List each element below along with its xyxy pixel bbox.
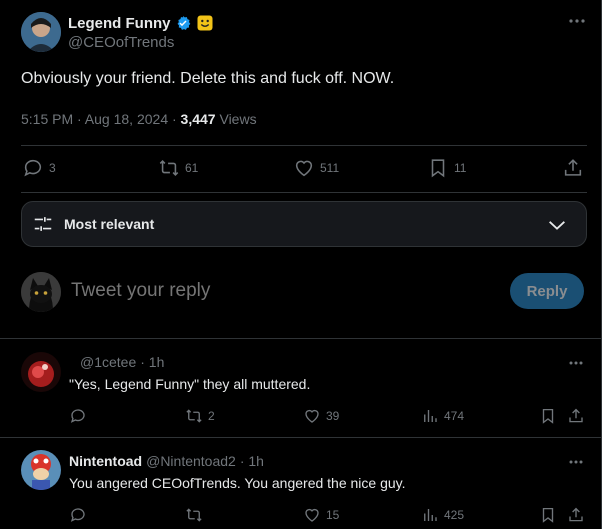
reply-action[interactable]: 3 (22, 157, 56, 179)
tweet-text: Obviously your friend. Delete this and f… (21, 70, 395, 87)
reply-author-name[interactable]: Nintentoad (69, 453, 142, 469)
repost-count: 2 (208, 409, 215, 423)
views-count: 474 (444, 409, 465, 423)
author-name[interactable]: Legend Funny (68, 15, 171, 32)
repost-action[interactable]: 61 (158, 157, 198, 179)
reply-header: Nintentoad @Nintentoad2 · 1h (69, 453, 264, 469)
reply-header: @1cetee · 1h (69, 354, 164, 370)
like-icon (293, 157, 315, 179)
views-action[interactable]: 474 (421, 407, 464, 425)
like-icon (303, 506, 321, 524)
share-icon (562, 157, 584, 179)
more-icon[interactable] (568, 459, 584, 465)
reply-composer: Reply (21, 272, 587, 312)
bookmark-icon (539, 407, 557, 425)
reply-input[interactable] (71, 280, 451, 302)
avatar (21, 272, 61, 312)
reply-action[interactable] (69, 506, 87, 524)
reply-actions: 2 39 474 (69, 407, 589, 427)
repost-count: 61 (185, 161, 199, 175)
author-handle[interactable]: @CEOofTrends (68, 34, 213, 51)
reply-tweet[interactable]: Nintentoad @Nintentoad2 · 1h You angered… (0, 438, 601, 529)
like-icon (303, 407, 321, 425)
chevron-down-icon (546, 214, 568, 236)
reply-button[interactable]: Reply (510, 273, 584, 309)
reply-author-handle[interactable]: @1cetee (80, 354, 136, 370)
like-action[interactable]: 15 (303, 506, 339, 524)
like-count: 15 (326, 508, 340, 522)
smiley-emoji-icon (197, 15, 213, 31)
reply-icon (69, 407, 87, 425)
avatar[interactable] (21, 352, 61, 392)
reply-action[interactable] (69, 407, 87, 425)
like-action[interactable]: 39 (303, 407, 339, 425)
repost-icon (158, 157, 180, 179)
sort-label: Most relevant (64, 216, 155, 232)
tweet-detail-page: Legend Funny @CEOofTrends Obviously your… (0, 0, 602, 529)
views-label: Views (215, 111, 257, 127)
reply-icon (22, 157, 44, 179)
more-icon[interactable] (568, 18, 586, 24)
verified-badge-icon (175, 15, 191, 31)
share-icon (567, 506, 585, 524)
reply-timestamp[interactable]: · 1h (240, 453, 264, 469)
views-count: 3,447 (180, 111, 216, 127)
bookmark-action[interactable] (539, 407, 557, 425)
share-icon (567, 407, 585, 425)
sort-icon (32, 213, 54, 235)
repost-action[interactable] (185, 506, 203, 524)
reply-actions: 15 425 (69, 506, 589, 526)
tweet-meta: 5:15 PM · Aug 18, 2024 · 3,447 Views (21, 111, 257, 127)
share-action[interactable] (567, 506, 585, 524)
repost-action[interactable]: 2 (185, 407, 215, 425)
like-action[interactable]: 511 (293, 157, 339, 179)
author-names: Legend Funny @CEOofTrends (68, 13, 213, 51)
reply-icon (69, 506, 87, 524)
like-count: 39 (326, 409, 340, 423)
share-action[interactable] (567, 407, 585, 425)
bookmark-icon (539, 506, 557, 524)
reply-count: 3 (49, 161, 56, 175)
more-icon[interactable] (568, 360, 584, 366)
like-count: 511 (320, 161, 340, 175)
bookmark-action[interactable]: 11 (427, 157, 466, 179)
divider (21, 192, 587, 193)
share-action[interactable] (562, 157, 584, 179)
bookmark-count: 11 (454, 161, 467, 175)
views-count: 425 (444, 508, 465, 522)
repost-icon (185, 407, 203, 425)
bookmark-icon (427, 157, 449, 179)
reply-text: "Yes, Legend Funny" they all muttered. (69, 376, 311, 392)
author-name-row: Legend Funny (68, 13, 213, 33)
reply-timestamp[interactable]: · 1h (140, 354, 164, 370)
tweet-timestamp[interactable]: 5:15 PM · Aug 18, 2024 · (21, 111, 181, 127)
reply-author-handle[interactable]: @Nintentoad2 (146, 453, 236, 469)
views-action[interactable]: 425 (421, 506, 464, 524)
divider (21, 145, 587, 146)
views-icon (421, 506, 439, 524)
author-block[interactable]: Legend Funny @CEOofTrends (21, 12, 213, 52)
avatar[interactable] (21, 12, 61, 52)
bookmark-action[interactable] (539, 506, 557, 524)
tweet-actions: 3 61 511 11 (22, 157, 584, 181)
sort-dropdown[interactable]: Most relevant (21, 201, 587, 247)
reply-tweet[interactable]: @1cetee · 1h "Yes, Legend Funny" they al… (0, 339, 601, 437)
reply-text: You angered CEOofTrends. You angered the… (69, 475, 406, 491)
avatar[interactable] (21, 450, 61, 490)
repost-icon (185, 506, 203, 524)
views-icon (421, 407, 439, 425)
